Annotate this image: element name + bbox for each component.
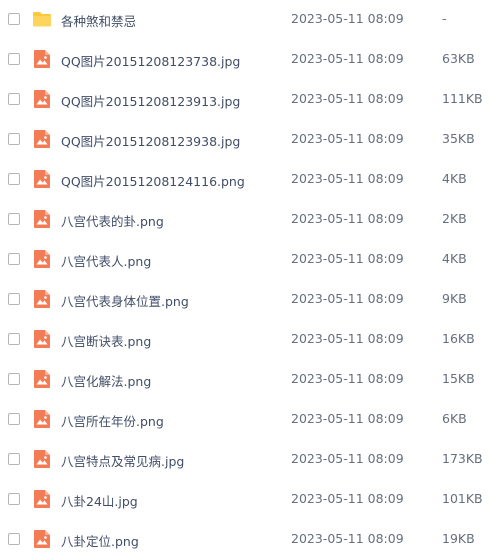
file-row[interactable]: 八宫特点及常见病.jpg 2023-05-11 08:09 173KB [0,440,503,480]
image-file-icon [32,209,52,229]
image-file-icon [32,529,52,549]
file-name[interactable]: QQ图片20151208123913.jpg [61,91,240,110]
file-date: 2023-05-11 08:09 [291,91,404,106]
file-list: 各种煞和禁忌 2023-05-11 08:09 - QQ图片2015120812373… [0,0,503,557]
file-date: 2023-05-11 08:09 [291,131,404,146]
file-name[interactable]: 八宫特点及常见病.jpg [61,451,184,470]
file-date: 2023-05-11 08:09 [291,371,404,386]
file-name[interactable]: QQ图片20151208123938.jpg [61,131,240,150]
file-name[interactable]: 八宫代表的卦.png [61,211,164,230]
row-checkbox[interactable] [8,293,20,305]
file-name[interactable]: QQ图片20151208123738.jpg [61,51,240,70]
file-size: 6KB [442,411,467,426]
row-checkbox[interactable] [8,373,20,385]
image-file-icon [32,289,52,309]
row-checkbox[interactable] [8,453,20,465]
file-date: 2023-05-11 08:09 [291,211,404,226]
image-file-icon [32,129,52,149]
row-checkbox[interactable] [8,333,20,345]
image-file-icon [32,169,52,189]
file-size: 63KB [442,51,475,66]
file-date: 2023-05-11 08:09 [291,251,404,266]
file-row[interactable]: 各种煞和禁忌 2023-05-11 08:09 - [0,0,503,40]
row-checkbox[interactable] [8,173,20,185]
file-row[interactable]: QQ图片20151208123938.jpg 2023-05-11 08:09 35… [0,120,503,160]
file-row[interactable]: 八卦24山.jpg 2023-05-11 08:09 101KB [0,480,503,520]
row-checkbox[interactable] [8,413,20,425]
row-checkbox[interactable] [8,13,20,25]
row-checkbox[interactable] [8,93,20,105]
image-file-icon [32,89,52,109]
image-file-icon [32,449,52,469]
file-row[interactable]: 八卦定位.png 2023-05-11 08:09 19KB [0,520,503,560]
file-name[interactable]: 八宫代表人.png [61,251,151,270]
file-size: - [442,11,447,26]
file-size: 173KB [442,451,483,466]
row-checkbox[interactable] [8,493,20,505]
image-file-icon [32,329,52,349]
row-checkbox[interactable] [8,213,20,225]
file-date: 2023-05-11 08:09 [291,491,404,506]
file-row[interactable]: 八宫所在年份.png 2023-05-11 08:09 6KB [0,400,503,440]
file-size: 4KB [442,251,467,266]
file-size: 9KB [442,291,467,306]
file-date: 2023-05-11 08:09 [291,531,404,546]
file-date: 2023-05-11 08:09 [291,291,404,306]
row-checkbox[interactable] [8,533,20,545]
file-size: 101KB [442,491,483,506]
file-size: 2KB [442,211,467,226]
file-name[interactable]: 八卦24山.jpg [61,491,138,510]
file-size: 15KB [442,371,475,386]
file-date: 2023-05-11 08:09 [291,11,404,26]
file-row[interactable]: 八宫断诀表.png 2023-05-11 08:09 16KB [0,320,503,360]
image-file-icon [32,369,52,389]
file-name[interactable]: 八宫代表身体位置.png [61,291,189,310]
image-file-icon [32,409,52,429]
file-name[interactable]: 八宫所在年份.png [61,411,164,430]
file-row[interactable]: QQ图片20151208124116.png 2023-05-11 08:09 4K… [0,160,503,200]
file-row[interactable]: QQ图片20151208123738.jpg 2023-05-11 08:09 63… [0,40,503,80]
file-name[interactable]: 八宫化解法.png [61,371,151,390]
file-date: 2023-05-11 08:09 [291,331,404,346]
file-date: 2023-05-11 08:09 [291,51,404,66]
file-size: 111KB [442,91,483,106]
file-row[interactable]: 八宫代表的卦.png 2023-05-11 08:09 2KB [0,200,503,240]
row-checkbox[interactable] [8,133,20,145]
file-row[interactable]: 八宫代表身体位置.png 2023-05-11 08:09 9KB [0,280,503,320]
image-file-icon [32,249,52,269]
file-size: 4KB [442,171,467,186]
image-file-icon [32,49,52,69]
file-size: 16KB [442,331,475,346]
file-row[interactable]: 八宫代表人.png 2023-05-11 08:09 4KB [0,240,503,280]
file-name[interactable]: 八卦定位.png [61,531,139,550]
file-row[interactable]: 八宫化解法.png 2023-05-11 08:09 15KB [0,360,503,400]
file-name[interactable]: 各种煞和禁忌 [61,11,136,30]
file-size: 35KB [442,131,475,146]
file-date: 2023-05-11 08:09 [291,451,404,466]
file-name[interactable]: QQ图片20151208124116.png [61,171,245,190]
file-date: 2023-05-11 08:09 [291,411,404,426]
file-row[interactable]: QQ图片20151208123913.jpg 2023-05-11 08:09 11… [0,80,503,120]
file-name[interactable]: 八宫断诀表.png [61,331,151,350]
row-checkbox[interactable] [8,253,20,265]
file-size: 19KB [442,531,475,546]
image-file-icon [32,489,52,509]
row-checkbox[interactable] [8,53,20,65]
file-date: 2023-05-11 08:09 [291,171,404,186]
folder-icon [32,9,52,29]
